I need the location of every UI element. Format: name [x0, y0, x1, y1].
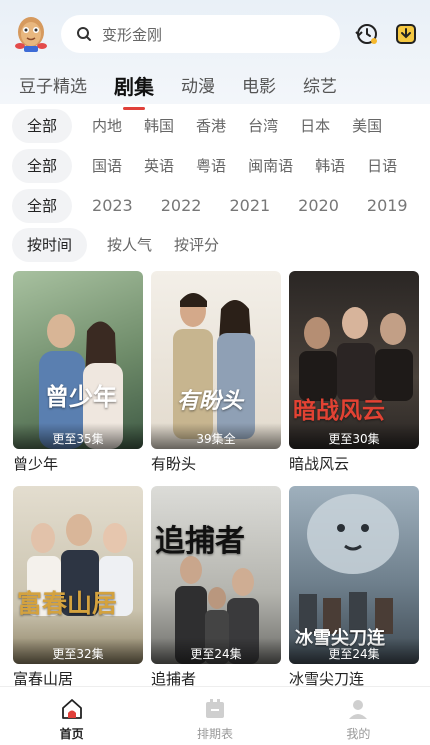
filter-chip[interactable]: 内地: [92, 109, 122, 143]
show-title: 曾少年: [13, 455, 59, 473]
user-icon: [346, 697, 370, 721]
filter-chip[interactable]: 英语: [144, 149, 174, 183]
poster-title: 曾少年: [45, 383, 117, 411]
episode-badge: 更至30集: [328, 432, 380, 446]
show-card[interactable]: 曾少年 更至35集 曾少年: [13, 271, 143, 474]
sort-filter: 按时间 按人气 按评分: [12, 228, 241, 262]
filter-chip[interactable]: 2019: [367, 189, 408, 223]
poster: 富春山居 更至32集: [13, 486, 143, 664]
nav-home-label: 首页: [59, 727, 84, 741]
filter-chip[interactable]: 香港: [196, 109, 226, 143]
filter-chip[interactable]: 美国: [352, 109, 382, 143]
filter-chip[interactable]: 国语: [92, 149, 122, 183]
poster: 追捕者 更至24集: [151, 486, 281, 664]
sort-chip[interactable]: 按评分: [174, 228, 219, 262]
header: 变形金刚 豆子精选 剧集 动漫 电影 综艺: [0, 0, 430, 104]
filter-chip[interactable]: 台湾: [248, 109, 278, 143]
filter-chip[interactable]: 全部: [12, 109, 73, 143]
tab-series[interactable]: 剧集: [114, 74, 154, 100]
filter-chip[interactable]: 粤语: [196, 149, 226, 183]
nav-schedule-label: 排期表: [196, 727, 233, 741]
episode-badge: 更至35集: [52, 432, 104, 446]
tab-movie[interactable]: 电影: [242, 74, 276, 100]
show-title: 暗战风云: [289, 455, 350, 473]
home-icon: [60, 697, 84, 721]
show-title: 有盼头: [151, 455, 197, 473]
episode-badge: 更至24集: [328, 647, 380, 661]
nav-home[interactable]: 首页: [0, 687, 143, 745]
year-filter: 全部 2023 2022 2021 2020 2019: [12, 189, 430, 223]
filter-chip[interactable]: 韩语: [315, 149, 345, 183]
sort-chip[interactable]: 按时间: [12, 228, 88, 262]
tab-variety[interactable]: 综艺: [303, 74, 337, 100]
show-card[interactable]: 富春山居 更至32集 富春山居: [13, 486, 143, 689]
poster-title: 暗战风云: [293, 398, 385, 424]
tab-featured[interactable]: 豆子精选: [19, 74, 87, 100]
show-card[interactable]: 冰雪尖刀连 更至24集 冰雪尖刀连: [289, 486, 419, 689]
nav-profile[interactable]: 我的: [287, 687, 430, 745]
filter-chip[interactable]: 日语: [367, 149, 397, 183]
search-icon: [76, 26, 92, 42]
filter-chip[interactable]: 2023: [92, 189, 133, 223]
region-filter: 全部 内地 韩国 香港 台湾 日本 美国: [12, 109, 404, 143]
avatar[interactable]: [12, 12, 50, 54]
filter-chip[interactable]: 2021: [229, 189, 270, 223]
tab-anime[interactable]: 动漫: [181, 74, 215, 100]
nav-profile-label: 我的: [346, 727, 371, 741]
filter-chip[interactable]: 全部: [12, 189, 73, 223]
poster: 有盼头 39集全: [151, 271, 281, 449]
show-card[interactable]: 追捕者 更至24集 追捕者: [151, 486, 281, 689]
show-card[interactable]: 暗战风云 更至30集 暗战风云: [289, 271, 419, 474]
show-card[interactable]: 有盼头 39集全 有盼头: [151, 271, 281, 474]
poster-title: 富春山居: [17, 589, 118, 618]
nav-schedule[interactable]: 排期表: [143, 687, 286, 745]
filter-chip[interactable]: 2022: [161, 189, 202, 223]
poster: 冰雪尖刀连 更至24集: [289, 486, 419, 664]
poster: 暗战风云 更至30集: [289, 271, 419, 449]
bottom-nav: 首页 排期表 我的: [0, 686, 430, 745]
episode-badge: 39集全: [196, 432, 236, 446]
language-filter: 全部 国语 英语 粤语 闽南语 韩语 日语: [12, 149, 419, 183]
filter-chip[interactable]: 全部: [12, 149, 73, 183]
sort-chip[interactable]: 按人气: [107, 228, 152, 262]
poster: 曾少年 更至35集: [13, 271, 143, 449]
filter-chip[interactable]: 闽南语: [248, 149, 293, 183]
search-placeholder: 变形金刚: [102, 25, 163, 44]
search-bar[interactable]: 变形金刚: [61, 15, 340, 53]
calendar-icon: [203, 697, 227, 721]
category-tabs: 豆子精选 剧集 动漫 电影 综艺: [19, 64, 364, 100]
filter-chip[interactable]: 韩国: [144, 109, 174, 143]
poster-title: 追捕者: [155, 524, 245, 559]
episode-badge: 更至32集: [52, 647, 104, 661]
download-icon[interactable]: [394, 22, 418, 46]
filter-chip[interactable]: 日本: [300, 109, 330, 143]
history-icon[interactable]: [354, 22, 378, 46]
poster-title: 有盼头: [177, 389, 244, 414]
filter-chip[interactable]: 2020: [298, 189, 339, 223]
episode-badge: 更至24集: [190, 647, 242, 661]
